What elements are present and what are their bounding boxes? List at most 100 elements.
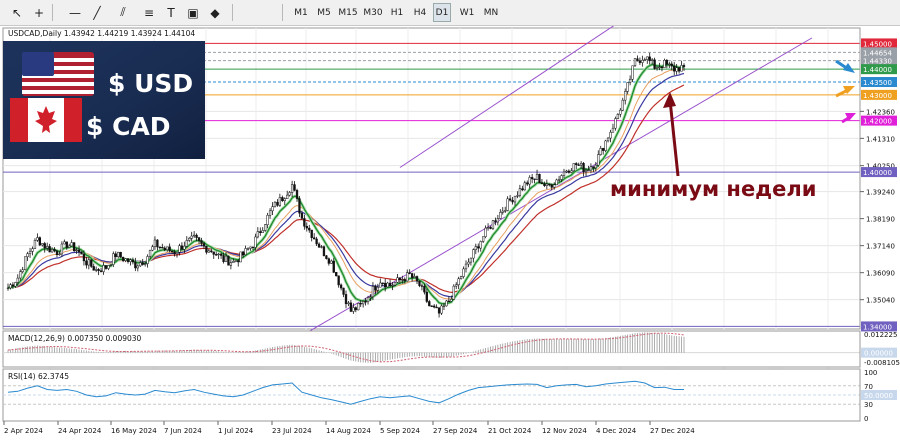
candle-body	[433, 305, 436, 308]
candle-body	[499, 212, 502, 219]
candle-body	[21, 269, 24, 272]
time-tick-label: 14 Aug 2024	[326, 427, 371, 435]
candle-body	[344, 294, 348, 305]
candle-body	[335, 272, 338, 277]
timeframe-m5[interactable]: M5	[315, 3, 333, 22]
level-price-label: 1.45000	[863, 40, 892, 48]
candle-body	[626, 82, 629, 92]
candle-body	[428, 301, 431, 307]
candle-body	[530, 177, 534, 180]
candle-body	[102, 265, 105, 272]
candle-body	[587, 169, 590, 172]
candle-body	[65, 241, 68, 248]
candle-body	[469, 257, 473, 263]
timeframe-h1[interactable]: H1	[388, 3, 406, 22]
candle-body	[592, 166, 595, 169]
timeframe-m1[interactable]: M1	[292, 3, 310, 22]
candle-body	[445, 300, 448, 307]
candle-body	[660, 66, 664, 68]
candle-body	[77, 249, 81, 253]
candle-body	[560, 175, 563, 180]
time-tick-label: 5 Sep 2024	[380, 427, 420, 435]
timeframe-d1[interactable]: D1	[433, 3, 451, 22]
time-tick-label: 23 Jul 2024	[272, 427, 312, 435]
candle-body	[575, 163, 578, 165]
candle-body	[677, 67, 681, 72]
candle-body	[352, 307, 355, 312]
cursor-icon[interactable]: ↖	[8, 3, 26, 22]
candle-body	[538, 173, 541, 183]
candle-body	[80, 251, 83, 255]
candle-body	[673, 65, 676, 72]
candle-body	[567, 170, 571, 173]
time-tick-label: 7 Jun 2024	[164, 427, 202, 435]
candle-body	[266, 214, 269, 225]
text-icon[interactable]: T	[162, 3, 180, 22]
candle-body	[293, 184, 296, 191]
candle-body	[28, 251, 32, 254]
candle-body	[190, 235, 193, 239]
candle-body	[300, 212, 304, 219]
candle-body	[339, 284, 343, 289]
candle-body	[670, 63, 673, 67]
candle-body	[161, 246, 164, 249]
candle-body	[452, 285, 455, 300]
timeframe-w1[interactable]: W1	[457, 3, 477, 22]
price-tick-label: 1.35040	[866, 297, 895, 305]
timeframe-h4[interactable]: H4	[411, 3, 429, 22]
shapes-icon[interactable]: ◆	[206, 3, 224, 22]
candle-body	[124, 258, 127, 261]
candle-body	[361, 301, 365, 305]
candle-body	[232, 261, 235, 263]
candle-body	[107, 265, 110, 269]
trendline-icon[interactable]: ╱	[88, 3, 106, 22]
candle-body	[543, 183, 546, 186]
level-price-label: 1.44000	[863, 66, 892, 74]
candle-body	[185, 240, 188, 247]
candle-body	[342, 287, 345, 295]
timeframe-mn[interactable]: MN	[480, 3, 502, 22]
candle-body	[202, 243, 206, 247]
candle-body	[139, 262, 142, 267]
candle-body	[364, 301, 367, 303]
candle-body	[528, 177, 531, 185]
candle-body	[16, 277, 19, 283]
candle-body	[464, 263, 468, 270]
candle-body	[680, 65, 683, 72]
channel-icon[interactable]: ⫽	[114, 3, 132, 22]
timeframe-m15[interactable]: M15	[337, 3, 359, 22]
fibo-icon[interactable]: ≡	[140, 3, 158, 22]
candle-body	[251, 246, 255, 249]
candle-body	[50, 249, 54, 253]
candle-body	[621, 99, 624, 111]
candle-body	[217, 253, 220, 256]
label-icon[interactable]: ▣	[184, 3, 202, 22]
candle-body	[268, 210, 272, 216]
time-tick-label: 21 Oct 2024	[488, 427, 532, 435]
candle-body	[229, 262, 233, 266]
hline-icon[interactable]: —	[66, 3, 84, 22]
candle-body	[579, 163, 583, 166]
candle-body	[482, 236, 485, 242]
timeframe-m30[interactable]: M30	[362, 3, 384, 22]
candle-body	[631, 65, 634, 80]
level-price-label: 1.40000	[863, 169, 892, 177]
candle-body	[606, 137, 610, 142]
candle-body	[403, 279, 406, 282]
candle-body	[374, 286, 377, 291]
candle-body	[614, 118, 617, 129]
candle-body	[168, 246, 171, 252]
candle-body	[430, 305, 433, 307]
candle-body	[144, 263, 147, 265]
candle-body	[92, 266, 95, 271]
candle-body	[58, 253, 61, 255]
crosshair-icon[interactable]: +	[30, 3, 48, 22]
candle-body	[553, 184, 556, 188]
candle-body	[286, 194, 289, 199]
candle-body	[234, 260, 237, 262]
candle-body	[237, 260, 240, 263]
candle-body	[504, 210, 507, 212]
candle-body	[398, 277, 402, 281]
candle-body	[442, 305, 446, 307]
candle-body	[99, 270, 103, 272]
